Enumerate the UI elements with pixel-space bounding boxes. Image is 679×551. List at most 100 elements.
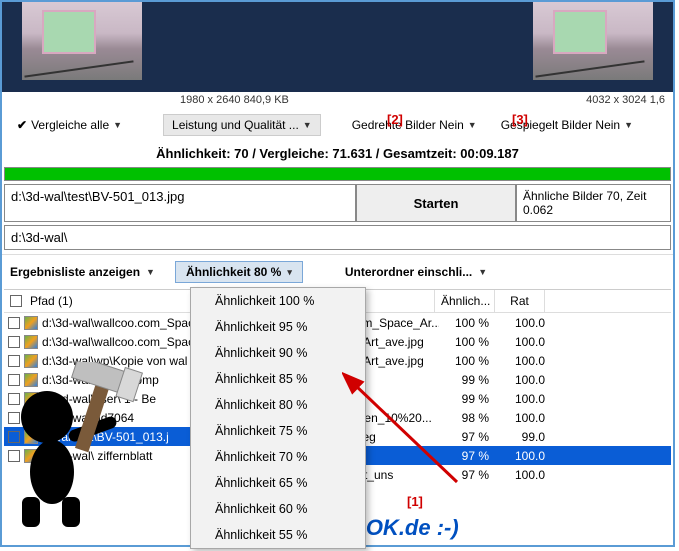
list-item[interactable]: d:\3d-wal\wallcoo.com_Space	[4, 313, 204, 332]
col-similarity[interactable]: Ähnlich...	[435, 290, 495, 312]
list-item[interactable]: d-wal\test\BV-501_013.j	[4, 427, 204, 446]
row-similarity: 97 %	[439, 449, 499, 463]
chevron-down-icon: ▼	[478, 267, 487, 277]
toolbar-options: ✔ Vergleiche alle ▼ Leistung und Qualitä…	[2, 110, 673, 140]
perf-quality-dropdown[interactable]: Leistung und Qualität ... ▼	[163, 114, 321, 136]
annotation-1: [1]	[407, 494, 423, 509]
row-path: d:\3d-wal\ P_203.bmp	[42, 373, 159, 387]
list-item[interactable]: d:\3d-wal\ P_203.bmp	[4, 370, 204, 389]
preview-strip	[2, 2, 673, 92]
summary-bar: Ähnlichkeit: 70 / Vergleiche: 71.631 / G…	[2, 140, 673, 167]
similarity-option[interactable]: Ähnlichkeit 70 %	[191, 444, 365, 470]
show-results-dropdown[interactable]: Ergebnisliste anzeigen ▼	[10, 265, 155, 279]
toolbar-results: Ergebnisliste anzeigen ▼ Ähnlichkeit 80 …	[2, 254, 673, 289]
row-rating: 100.0	[499, 411, 549, 425]
row-rating: 100.0	[499, 354, 549, 368]
list-item[interactable]: d:\3d-wal\wallcoo.com_Space	[4, 332, 204, 351]
status-text: Ähnliche Bilder 70, Zeit 0.062	[516, 184, 671, 222]
progress-bar	[4, 167, 671, 181]
annotation-3: [3]	[512, 112, 528, 127]
row-path: d-wal\test\BV-501_013.j	[42, 430, 169, 444]
row-similarity: 97 %	[439, 468, 499, 482]
row-checkbox[interactable]	[8, 374, 20, 386]
row-path: d:\3d-wal\wallcoo.com_Space	[42, 335, 201, 349]
source-path-input[interactable]: d:\3d-wal\test\BV-501_013.jpg	[4, 184, 356, 222]
similarity-option[interactable]: Ähnlichkeit 80 %	[191, 392, 365, 418]
preview-thumb-left[interactable]	[22, 2, 142, 80]
preview-meta-left: 1980 x 2640 840,9 KB	[180, 94, 289, 106]
row-similarity: 100 %	[439, 316, 499, 330]
similarity-option[interactable]: Ähnlichkeit 75 %	[191, 418, 365, 444]
chevron-down-icon: ▼	[113, 120, 122, 130]
similarity-label: Ähnlichkeit 80 %	[186, 265, 281, 279]
check-icon: ✔	[17, 118, 27, 132]
similarity-option[interactable]: Ähnlichkeit 55 %	[191, 522, 365, 548]
chevron-down-icon: ▼	[303, 120, 312, 130]
list-item[interactable]: d:\3d-wal\wp\Kopie von wal	[4, 351, 204, 370]
subfolders-label: Unterordner einschli...	[345, 265, 472, 279]
similarity-option[interactable]: Ähnlichkeit 95 %	[191, 314, 365, 340]
row-checkbox[interactable]	[8, 393, 20, 405]
folder-path-input[interactable]: d:\3d-wal\	[4, 225, 671, 250]
similarity-option[interactable]: Ähnlichkeit 60 %	[191, 496, 365, 522]
image-icon	[24, 430, 38, 444]
image-icon	[24, 354, 38, 368]
row-rating: 99.0	[499, 430, 549, 444]
rotated-dropdown[interactable]: Gedrehte Bilder Nein ▼	[343, 114, 486, 136]
image-icon	[24, 411, 38, 425]
image-icon	[24, 373, 38, 387]
similarity-option[interactable]: Ähnlichkeit 90 %	[191, 340, 365, 366]
similarity-option[interactable]: Ähnlichkeit 100 %	[191, 288, 365, 314]
chevron-down-icon: ▾	[287, 267, 292, 278]
header-checkbox[interactable]	[10, 295, 22, 307]
left-header-label: Pfad (1)	[30, 294, 73, 308]
row-checkbox[interactable]	[8, 412, 20, 424]
similarity-dropdown[interactable]: Ähnlichkeit 80 % ▾	[175, 261, 303, 283]
similarity-menu: Ähnlichkeit 100 %Ähnlichkeit 95 %Ähnlich…	[190, 287, 366, 549]
row-similarity: 98 %	[439, 411, 499, 425]
row-checkbox[interactable]	[8, 450, 20, 462]
start-button[interactable]: Starten	[356, 184, 516, 222]
row-checkbox[interactable]	[8, 355, 20, 367]
perf-quality-label: Leistung und Qualität ...	[172, 118, 299, 132]
similarity-option[interactable]: Ähnlichkeit 85 %	[191, 366, 365, 392]
row-similarity: 100 %	[439, 354, 499, 368]
left-pane: Pfad (1) d:\3d-wal\wallcoo.com_Space d:\3…	[4, 290, 204, 509]
show-results-label: Ergebnisliste anzeigen	[10, 265, 140, 279]
row-path: d:\3d-wal\wp\Kopie von wal	[42, 354, 187, 368]
image-icon	[24, 316, 38, 330]
row-similarity: 99 %	[439, 373, 499, 387]
row-similarity: 97 %	[439, 430, 499, 444]
preview-thumb-right[interactable]	[533, 2, 653, 80]
col-rating[interactable]: Rat	[495, 290, 545, 312]
row-checkbox[interactable]	[8, 431, 20, 443]
row-similarity: 99 %	[439, 392, 499, 406]
row-rating: 100.0	[499, 335, 549, 349]
similarity-option[interactable]: Ähnlichkeit 65 %	[191, 470, 365, 496]
rotated-label: Gedrehte Bilder Nein	[352, 118, 464, 132]
preview-meta-right: 4032 x 3024 1,6	[586, 94, 665, 106]
list-item[interactable]: d:\3d-wal\hd7064	[4, 408, 204, 427]
row-checkbox[interactable]	[8, 336, 20, 348]
row-checkbox[interactable]	[8, 317, 20, 329]
row-path: d:\3d-wal\ ziffernblatt	[42, 449, 153, 463]
image-icon	[24, 335, 38, 349]
list-item[interactable]: d:\3d-wal\ ziffernblatt	[4, 446, 204, 465]
chevron-down-icon: ▼	[146, 267, 155, 277]
row-rating: 100.0	[499, 449, 549, 463]
row-path: d:\3d-wal\user\ 1 - Be	[42, 392, 156, 406]
list-item[interactable]: d:\3d-wal\user\ 1 - Be	[4, 389, 204, 408]
row-path: d:\3d-wal\hd7064	[42, 411, 134, 425]
row-rating: 100.0	[499, 468, 549, 482]
row-similarity: 100 %	[439, 335, 499, 349]
chevron-down-icon: ▼	[624, 120, 633, 130]
annotation-2: [2]	[387, 112, 403, 127]
subfolders-dropdown[interactable]: Unterordner einschli... ▼	[345, 265, 487, 279]
image-icon	[24, 449, 38, 463]
row-rating: 100.0	[499, 316, 549, 330]
image-icon	[24, 392, 38, 406]
row-rating: 100.0	[499, 373, 549, 387]
chevron-down-icon: ▼	[468, 120, 477, 130]
compare-all-toggle[interactable]: ✔ Vergleiche alle ▼	[8, 114, 131, 136]
row-path: d:\3d-wal\wallcoo.com_Space	[42, 316, 201, 330]
